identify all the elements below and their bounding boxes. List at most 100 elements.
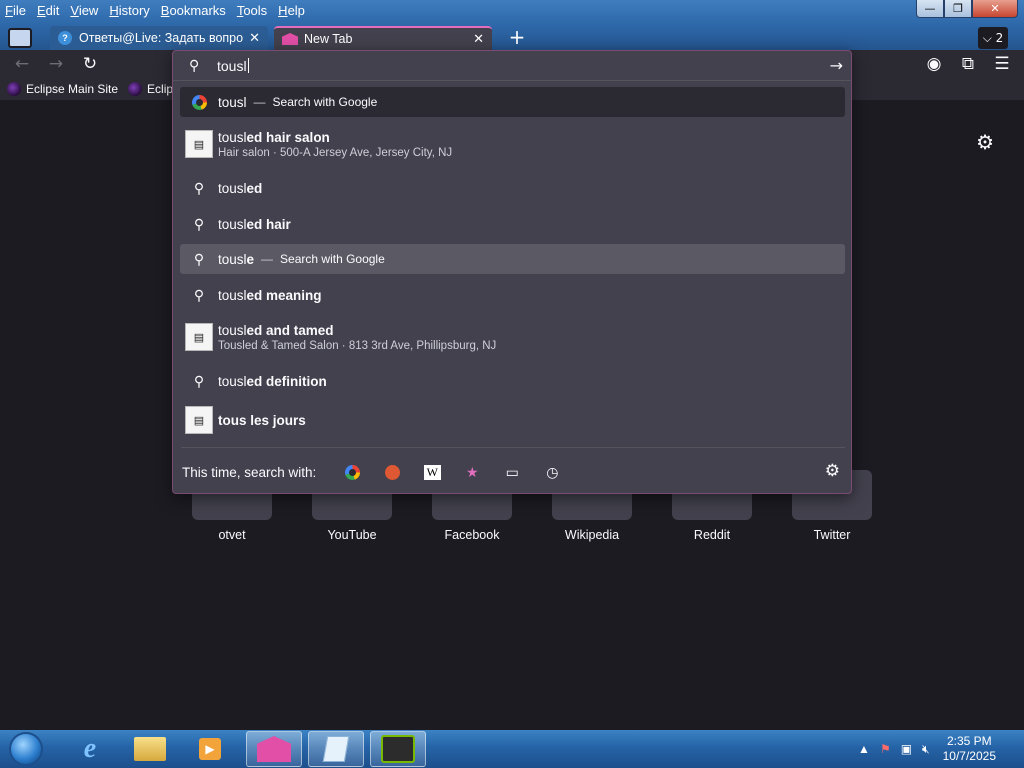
top-site-label: otvet bbox=[218, 528, 246, 542]
restore-button[interactable]: ❐ bbox=[944, 0, 972, 18]
place-icon: ▤ bbox=[185, 130, 213, 158]
menu-view[interactable]: View bbox=[65, 3, 104, 18]
suggestion-row[interactable]: ▤ tousled and tamed Tousled & Tamed Salo… bbox=[180, 316, 845, 358]
tab-list-button[interactable]: ⌵ 2 bbox=[978, 27, 1008, 49]
account-icon[interactable]: ◉ bbox=[924, 54, 944, 74]
file-explorer-icon[interactable] bbox=[122, 731, 178, 767]
place-icon: ▤ bbox=[185, 406, 213, 434]
tab-strip: ? Ответы@Live: Задать вопрос ✕ New Tab ✕… bbox=[0, 26, 1024, 50]
separator-dash: — bbox=[253, 95, 266, 109]
suggestion-row[interactable]: tousl — Search with Google bbox=[180, 87, 845, 117]
media-player-icon[interactable]: ▶ bbox=[182, 731, 238, 767]
search-settings-gear-icon[interactable]: ⚙ bbox=[825, 461, 840, 481]
menu-bookmarks[interactable]: Bookmarks bbox=[156, 3, 232, 18]
tab-close-icon[interactable]: ✕ bbox=[473, 31, 484, 47]
suggestion-text: tousled definition bbox=[218, 373, 327, 389]
network-icon[interactable]: ▣ bbox=[901, 742, 912, 756]
windows-logo-icon bbox=[9, 732, 43, 766]
suggestion-row[interactable]: ⚲ tousled bbox=[180, 173, 845, 203]
suggestion-text: tousled hair salon bbox=[218, 129, 330, 145]
suggestion-row[interactable]: ⚲ tousled definition bbox=[180, 366, 845, 396]
tab-count: 2 bbox=[995, 31, 1004, 45]
suggestion-row[interactable]: ▤ tous les jours bbox=[180, 403, 845, 437]
internet-explorer-icon[interactable]: e bbox=[62, 731, 118, 767]
windows-taskbar: e ▶ ▲ ⚑ ▣ 🔇︎ 2:35 PM 10/7/2025 bbox=[0, 730, 1024, 768]
suggestion-text: tousl bbox=[218, 94, 247, 110]
suggestion-text: tous les jours bbox=[218, 412, 306, 428]
suggestion-action: Search with Google bbox=[280, 252, 385, 266]
top-site-label: Wikipedia bbox=[564, 528, 620, 542]
tray-expand-icon[interactable]: ▲ bbox=[858, 742, 870, 756]
suggestion-row[interactable]: ⚲ tousled meaning bbox=[180, 280, 845, 310]
reload-icon[interactable]: ↻ bbox=[80, 54, 100, 74]
search-with-label: This time, search with: bbox=[182, 464, 317, 480]
suggestion-row-selected[interactable]: ⚲ tousle — Search with Google bbox=[180, 244, 845, 274]
tab-close-icon[interactable]: ✕ bbox=[249, 30, 260, 46]
suggestion-row[interactable]: ▤ tousled hair salon Hair salon · 500-A … bbox=[180, 123, 845, 165]
menu-icon[interactable]: ☰ bbox=[992, 54, 1012, 74]
forward-icon[interactable]: → bbox=[46, 54, 66, 74]
urlbar-dropdown: ⚲ tousl → tousl — Search with Google ▤ t… bbox=[172, 50, 852, 494]
suggestion-subtext: Tousled & Tamed Salon · 813 3rd Ave, Phi… bbox=[218, 339, 497, 352]
clock-date: 10/7/2025 bbox=[942, 749, 996, 763]
duckduckgo-icon[interactable] bbox=[372, 461, 412, 483]
suggestion-text: tousle bbox=[218, 251, 255, 267]
eclipse-icon bbox=[128, 82, 143, 96]
go-arrow-icon[interactable]: → bbox=[830, 56, 843, 75]
suggestion-row[interactable]: ⚲ tousled hair bbox=[180, 209, 845, 239]
search-icon: ⚲ bbox=[193, 250, 205, 267]
wikipedia-icon[interactable]: W bbox=[412, 461, 452, 483]
menu-help[interactable]: Help bbox=[273, 3, 311, 18]
eclipse-icon bbox=[7, 82, 21, 96]
firefox-view-icon[interactable] bbox=[8, 28, 32, 48]
start-button[interactable] bbox=[4, 730, 48, 768]
tab-otvety[interactable]: ? Ответы@Live: Задать вопрос ✕ bbox=[50, 26, 268, 50]
search-icon: ⚲ bbox=[193, 215, 205, 232]
separator-dash: — bbox=[261, 252, 274, 266]
suggestion-action: Search with Google bbox=[272, 95, 378, 109]
history-icon[interactable]: ◷ bbox=[532, 461, 572, 483]
notepad-icon[interactable] bbox=[308, 731, 364, 767]
close-button[interactable]: ✕ bbox=[972, 0, 1018, 18]
window-controls: — ❐ ✕ bbox=[916, 0, 1018, 18]
search-icon: ⚲ bbox=[193, 286, 205, 303]
otvety-favicon-icon: ? bbox=[58, 31, 72, 45]
top-site-label: YouTube bbox=[327, 528, 377, 542]
google-icon[interactable] bbox=[332, 461, 372, 483]
search-icon: ⚲ bbox=[193, 372, 205, 389]
back-icon[interactable]: ← bbox=[12, 54, 32, 74]
customize-gear-icon[interactable]: ⚙ bbox=[976, 130, 994, 154]
bookmark-label: Eclipse Main Site bbox=[26, 82, 119, 96]
tab-title: New Tab bbox=[304, 32, 353, 46]
tab-new-tab[interactable]: New Tab ✕ bbox=[274, 26, 492, 50]
menu-tools[interactable]: Tools bbox=[232, 3, 273, 18]
bookmarks-icon[interactable]: ★ bbox=[452, 461, 492, 483]
clock[interactable]: 2:35 PM 10/7/2025 bbox=[943, 734, 996, 764]
top-site-label: Reddit bbox=[693, 528, 731, 542]
extensions-icon[interactable]: ⧉ bbox=[958, 54, 978, 74]
minimize-button[interactable]: — bbox=[916, 0, 944, 18]
bookmark-eclipse-main-site[interactable]: Eclipse Main Site bbox=[7, 82, 118, 96]
menu-bar: File Edit View History Bookmarks Tools H… bbox=[0, 0, 311, 20]
tabs-icon[interactable]: ▭ bbox=[492, 461, 532, 483]
top-site-label: Twitter bbox=[813, 528, 851, 542]
menu-file[interactable]: File bbox=[0, 3, 32, 18]
suggestion-text: tousled bbox=[218, 180, 263, 196]
urlbar-input[interactable]: ⚲ tousl → bbox=[173, 51, 851, 81]
menu-edit[interactable]: Edit bbox=[32, 3, 65, 18]
system-tray: ▲ ⚑ ▣ 🔇︎ 2:35 PM 10/7/2025 bbox=[853, 730, 1024, 768]
divider bbox=[181, 447, 845, 448]
volume-muted-icon[interactable]: 🔇︎ bbox=[922, 742, 930, 757]
top-site-label: Facebook bbox=[444, 528, 500, 542]
new-tab-favicon-icon bbox=[282, 33, 298, 45]
new-tab-button[interactable]: + bbox=[506, 27, 528, 49]
google-icon bbox=[191, 94, 207, 110]
clock-time: 2:35 PM bbox=[946, 734, 992, 748]
browser-taskbar-icon[interactable] bbox=[246, 731, 302, 767]
urlbar-text[interactable]: tousl bbox=[217, 58, 249, 74]
suggestion-text: tousled hair bbox=[218, 216, 291, 232]
nvidia-icon[interactable] bbox=[370, 731, 426, 767]
menu-history[interactable]: History bbox=[104, 3, 155, 18]
suggestion-subtext: Hair salon · 500-A Jersey Ave, Jersey Ci… bbox=[218, 146, 453, 159]
action-center-icon[interactable]: ⚑ bbox=[880, 742, 891, 756]
